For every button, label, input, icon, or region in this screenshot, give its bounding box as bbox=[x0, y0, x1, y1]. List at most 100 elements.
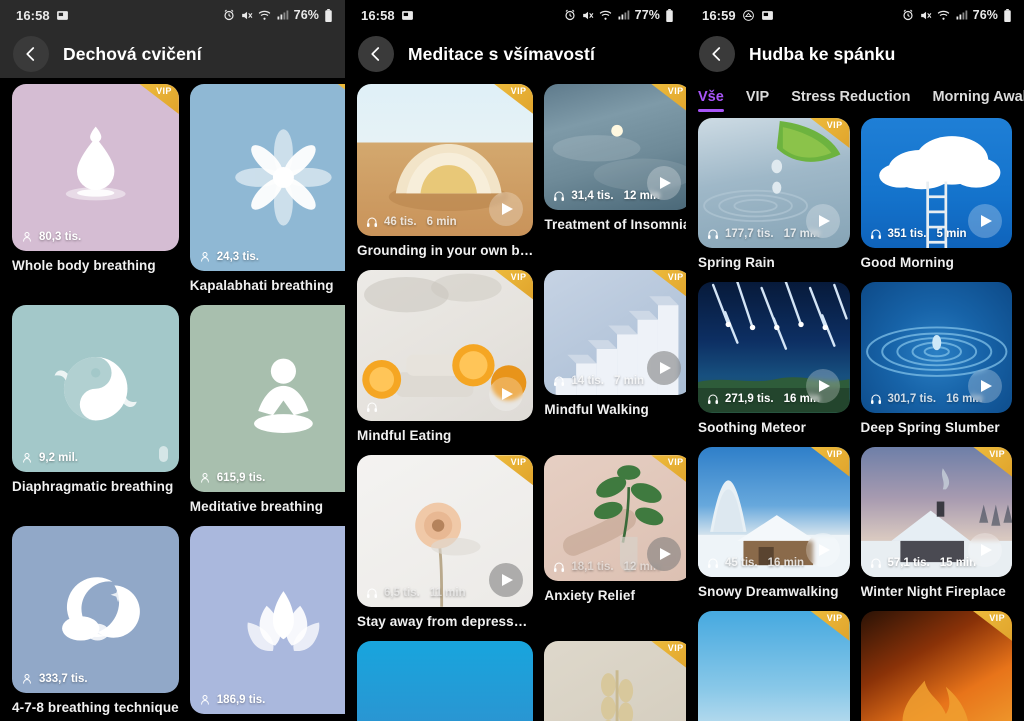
play-button[interactable] bbox=[646, 165, 681, 200]
mindfulness-card-grid: VIP 46 tis. 6 min Grounding in your own … bbox=[345, 78, 686, 721]
status-time: 16:58 bbox=[361, 7, 395, 23]
card-thumbnail[interactable] bbox=[357, 641, 534, 721]
card-mindful-eating[interactable]: VIP Mindful Eating bbox=[357, 269, 534, 443]
play-button[interactable] bbox=[805, 204, 840, 239]
alarm-icon bbox=[564, 9, 576, 21]
card-thumbnail[interactable]: VIP bbox=[698, 610, 850, 721]
card-partial-7[interactable] bbox=[357, 641, 534, 721]
card-partial-7[interactable]: VIP bbox=[698, 610, 850, 721]
status-bar: 16:58 bbox=[345, 0, 686, 30]
play-button[interactable] bbox=[805, 368, 840, 403]
card-three-dimensional-breathing[interactable]: 186,9 tis. Three dimensional breathing bbox=[189, 526, 345, 721]
card-title: Kapalabhati breathing bbox=[189, 278, 334, 294]
card-thumbnail[interactable]: VIP 6,5 tis. 11 min bbox=[357, 455, 534, 608]
card-anxiety-relief[interactable]: VIP 18,1 tis. 12 min Anxiety Relief bbox=[544, 455, 686, 629]
card-count: 333,7 tis. bbox=[39, 673, 88, 686]
card-thumbnail[interactable]: 351 tis. 5 min bbox=[860, 118, 1012, 249]
card-stay-away-from-depression[interactable]: VIP 6,5 tis. 11 min Stay away from depre… bbox=[357, 455, 534, 630]
card-thumbnail[interactable]: VIP 57,1 tis. 15 min bbox=[860, 446, 1012, 577]
card-plays: 14 tis. bbox=[571, 375, 604, 388]
card-good-morning[interactable]: 351 tis. 5 min Good Morning bbox=[860, 118, 1012, 270]
card-count: 9,2 mil. bbox=[39, 452, 78, 465]
play-button[interactable] bbox=[489, 191, 524, 226]
yin-yang-icon bbox=[12, 305, 179, 472]
card-thumbnail[interactable]: 615,9 tis. bbox=[189, 305, 345, 493]
tab-stress-reduction[interactable]: Stress Reduction bbox=[791, 89, 910, 112]
card-winter-night-fireplace[interactable]: VIP 57,1 tis. 15 min Winter Night Firepl… bbox=[860, 446, 1012, 599]
play-button[interactable] bbox=[805, 532, 840, 567]
sleep-music-card-grid: VIP 177,7 tis. 17 min Spring Rain 351 ti… bbox=[686, 112, 1024, 721]
card-thumbnail[interactable]: 186,9 tis. bbox=[189, 526, 345, 714]
card-title: Grounding in your own b… bbox=[357, 242, 534, 258]
card-thumbnail[interactable]: VIP 80,3 tis. bbox=[12, 84, 179, 251]
meditation-icon bbox=[190, 305, 345, 492]
mute-icon bbox=[240, 9, 253, 22]
card-mindful-walking[interactable]: VIP 14 tis. 7 min Mindful Walking bbox=[544, 269, 686, 444]
signal-icon bbox=[276, 9, 289, 21]
card-meta: 24,3 tis. bbox=[199, 251, 259, 263]
card-thumbnail[interactable]: VIP 46 tis. 6 min bbox=[357, 84, 534, 236]
tab-vip[interactable]: VIP bbox=[746, 89, 769, 112]
card-spring-rain[interactable]: VIP 177,7 tis. 17 min Spring Rain bbox=[698, 118, 850, 270]
battery-icon bbox=[665, 8, 674, 22]
card-partial-8[interactable]: VIP bbox=[860, 610, 1012, 721]
tab-morning-awakening[interactable]: Morning Awakening bbox=[932, 89, 1024, 112]
card-plays: 6,5 tis. bbox=[384, 587, 420, 600]
wifi-icon bbox=[599, 9, 612, 22]
back-button[interactable] bbox=[358, 36, 394, 72]
card-treatment-of-insomnia[interactable]: VIP 31,4 tis. 12 min Treatment of Insomn… bbox=[544, 84, 686, 258]
card-soothing-meteor[interactable]: 271,9 tis. 16 min Soothing Meteor bbox=[698, 282, 850, 435]
card-diaphragmatic-breathing[interactable]: 9,2 mil. Diaphragmatic breathing bbox=[12, 305, 179, 514]
battery-icon bbox=[1003, 8, 1012, 22]
play-icon bbox=[981, 379, 992, 392]
card-grounding-in-your-own-body[interactable]: VIP 46 tis. 6 min Grounding in your own … bbox=[357, 84, 534, 258]
card-title: Stay away from depress… bbox=[357, 614, 528, 630]
download-icon[interactable] bbox=[158, 446, 168, 463]
card-kapalabhati-breathing[interactable]: VIP 24,3 tis. Kapalabhati breathing bbox=[189, 84, 345, 294]
screenshot-icon bbox=[56, 9, 69, 22]
fireplace-photo bbox=[860, 610, 1012, 721]
card-title: Winter Night Fireplace bbox=[860, 583, 1006, 599]
card-thumbnail[interactable]: VIP 24,3 tis. bbox=[189, 84, 345, 272]
card-thumbnail[interactable]: VIP bbox=[357, 269, 534, 422]
panel-breathing: 16:58 76% Dechová cvičení VIP 80,3 tis. … bbox=[0, 0, 345, 721]
card-snowy-dreamwalking[interactable]: VIP 45 tis. 16 min Snowy Dreamwalking bbox=[698, 446, 850, 599]
card-partial-8[interactable]: VIP bbox=[544, 641, 686, 721]
card-meditative-breathing[interactable]: 615,9 tis. Meditative breathing bbox=[189, 305, 345, 514]
card-thumbnail[interactable]: 301,7 tis. 16 min bbox=[860, 282, 1012, 413]
panel-1-header-band: 16:58 76% Dechová cvičení bbox=[0, 0, 345, 78]
status-time: 16:59 bbox=[702, 7, 736, 23]
play-button[interactable] bbox=[646, 537, 681, 572]
play-button[interactable] bbox=[968, 368, 1002, 403]
card-count: 80,3 tis. bbox=[39, 230, 82, 243]
play-button[interactable] bbox=[968, 532, 1002, 567]
card-whole-body-breathing[interactable]: VIP 80,3 tis. Whole body breathing bbox=[12, 84, 179, 293]
wheat-photo bbox=[544, 641, 686, 721]
card-thumbnail[interactable]: VIP 14 tis. 7 min bbox=[544, 269, 686, 396]
play-icon bbox=[502, 574, 514, 587]
headphones-icon bbox=[870, 558, 881, 568]
card-thumbnail[interactable]: VIP bbox=[544, 641, 686, 721]
headphones-icon bbox=[367, 402, 377, 413]
card-title: Soothing Meteor bbox=[698, 419, 806, 435]
cloud-sync-icon bbox=[742, 9, 755, 22]
page-title: Hudba ke spánku bbox=[749, 43, 896, 64]
card-deep-spring-slumber[interactable]: 301,7 tis. 16 min Deep Spring Slumber bbox=[860, 282, 1012, 435]
tab-vse[interactable]: Vše bbox=[698, 89, 724, 112]
card-thumbnail[interactable]: VIP 18,1 tis. 12 min bbox=[544, 455, 686, 582]
status-time: 16:58 bbox=[16, 7, 50, 23]
back-button[interactable] bbox=[13, 36, 49, 72]
card-478-breathing-technique[interactable]: 333,7 tis. 4-7-8 breathing technique bbox=[12, 526, 179, 721]
play-button[interactable] bbox=[646, 351, 681, 386]
card-thumbnail[interactable]: VIP 45 tis. 16 min bbox=[698, 446, 850, 577]
card-thumbnail[interactable]: VIP 177,7 tis. 17 min bbox=[698, 118, 850, 249]
card-meta: 333,7 tis. bbox=[21, 673, 88, 685]
play-icon bbox=[818, 543, 830, 556]
card-thumbnail[interactable]: 9,2 mil. bbox=[12, 305, 179, 473]
card-thumbnail[interactable]: VIP 31,4 tis. 12 min bbox=[544, 84, 686, 210]
card-thumbnail[interactable]: VIP bbox=[860, 610, 1012, 721]
water-drop-icon bbox=[12, 84, 179, 251]
lotus-icon bbox=[190, 526, 345, 713]
card-thumbnail[interactable]: 333,7 tis. bbox=[12, 526, 179, 694]
back-button[interactable] bbox=[699, 36, 735, 72]
